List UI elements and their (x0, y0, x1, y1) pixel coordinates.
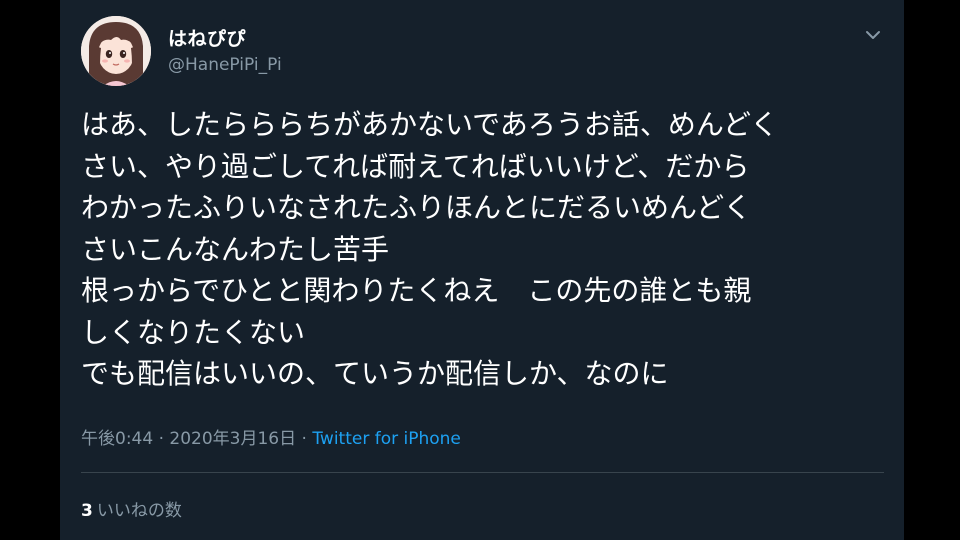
tweet-text-line: 根っからでひとと関わりたくねえ この先の誰とも親 (81, 274, 752, 307)
tweet-text-line: さいこんなんわたし苦手 (81, 232, 390, 266)
tweet-card: はねぴぴ @HanePiPi_Pi はあ、したらららちがあかないであろうお話、め… (60, 0, 904, 540)
display-name[interactable]: はねぴぴ (168, 24, 246, 51)
meta-separator: · (301, 429, 307, 449)
avatar[interactable] (81, 16, 151, 86)
likes-stat[interactable]: 3 いいねの数 (81, 496, 182, 521)
tweet-text-line: さい、やり過ごしてれば耐えてればいいけど、だから (81, 149, 750, 183)
tweet-source-link[interactable]: Twitter for iPhone (312, 429, 461, 449)
tweet-time[interactable]: 午後0:44 (81, 429, 153, 449)
tweet-meta: 午後0:44 · 2020年3月16日 · Twitter for iPhone (81, 424, 461, 449)
tweet-text-line: でも配信はいいの、ていうか配信しか、なのに (81, 357, 669, 390)
like-label: いいねの数 (96, 501, 182, 521)
tweet-text: はあ、したらららちがあかないであろうお話、めんどく さい、やり過ごしてれば耐えて… (81, 104, 881, 395)
tweet-text-line: しくなりたくない (81, 315, 306, 349)
user-handle[interactable]: @HanePiPi_Pi (168, 55, 282, 75)
like-count: 3 (81, 501, 93, 521)
tweet-text-line: わかったふりいなされたふりほんとにだるいめんどく (81, 191, 752, 224)
tweet-text-line: はあ、したらららちがあかないであろうお話、めんどく (81, 108, 779, 141)
avatar-illustration (81, 16, 151, 86)
chevron-down-icon[interactable] (862, 24, 884, 46)
meta-separator: · (158, 429, 164, 449)
tweet-date[interactable]: 2020年3月16日 (169, 429, 296, 449)
divider (81, 472, 884, 473)
